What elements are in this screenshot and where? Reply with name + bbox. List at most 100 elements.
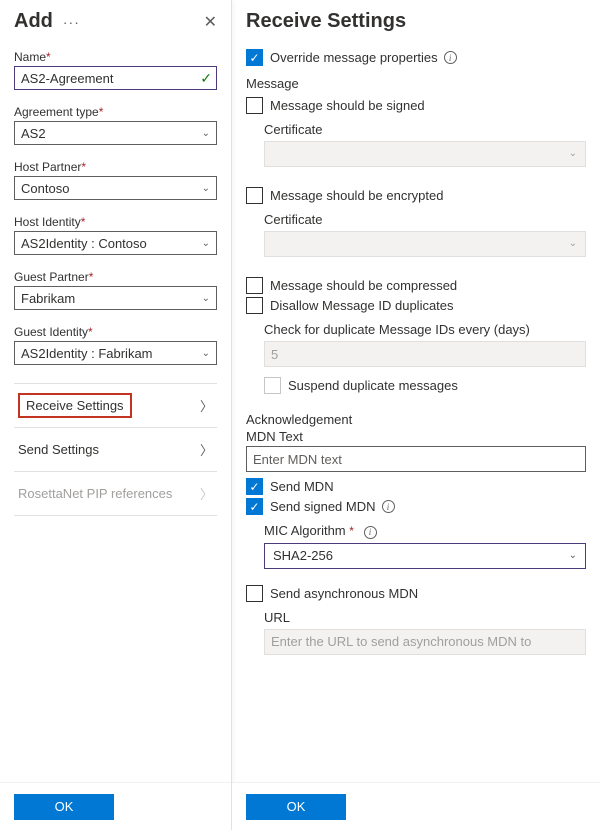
receive-header: Receive Settings — [246, 10, 586, 33]
required-icon: * — [349, 524, 354, 538]
info-icon[interactable] — [364, 526, 377, 539]
receive-settings-panel: Receive Settings Override message proper… — [232, 0, 600, 830]
mic-algo-group: MIC Algorithm * SHA2-256 ⌄ — [246, 521, 586, 575]
left-footer: OK — [0, 782, 231, 830]
required-icon: * — [88, 325, 93, 339]
chevron-right-icon: 〉 — [200, 396, 213, 415]
required-icon: * — [89, 270, 94, 284]
disallow-dup-label: Disallow Message ID duplicates — [270, 298, 454, 313]
chevron-down-icon: ⌄ — [202, 128, 210, 139]
ack-section-label: Acknowledgement — [246, 412, 586, 427]
agreement-type-select[interactable]: AS2 ⌄ — [14, 121, 217, 145]
url-input: Enter the URL to send asynchronous MDN t… — [264, 629, 586, 655]
agreement-type-value: AS2 — [21, 126, 46, 141]
disallow-dup-checkbox[interactable] — [246, 297, 263, 314]
suspend-dup-checkbox — [264, 377, 281, 394]
chevron-down-icon: ⌄ — [202, 348, 210, 359]
add-title: Add — [14, 10, 53, 33]
send-settings-item[interactable]: Send Settings 〉 — [14, 428, 217, 472]
chevron-down-icon: ⌄ — [202, 238, 210, 249]
agreement-type-field: Agreement type* AS2 ⌄ — [14, 104, 217, 145]
close-icon[interactable]: ✕ — [204, 12, 217, 32]
guest-partner-field: Guest Partner* Fabrikam ⌄ — [14, 269, 217, 310]
url-placeholder: Enter the URL to send asynchronous MDN t… — [271, 634, 531, 649]
mic-algo-label: MIC Algorithm — [264, 523, 346, 538]
msg-signed-checkbox[interactable] — [246, 97, 263, 114]
send-signed-mdn-row: Send signed MDN — [246, 498, 586, 515]
msg-signed-label: Message should be signed — [270, 98, 425, 113]
guest-identity-select[interactable]: AS2Identity : Fabrikam ⌄ — [14, 341, 217, 365]
mic-algo-select[interactable]: SHA2-256 ⌄ — [264, 543, 586, 569]
check-dup-input: 5 — [264, 341, 586, 367]
receive-settings-item[interactable]: Receive Settings 〉 — [14, 384, 217, 428]
check-dup-value: 5 — [271, 347, 278, 362]
send-mdn-row: Send MDN — [246, 478, 586, 495]
guest-identity-field: Guest Identity* AS2Identity : Fabrikam ⌄ — [14, 324, 217, 365]
rosettanet-item: RosettaNet PIP references 〉 — [14, 472, 217, 516]
ok-button[interactable]: OK — [14, 794, 114, 820]
override-checkbox[interactable] — [246, 49, 263, 66]
name-input[interactable]: AS2-Agreement ✓ — [14, 66, 217, 90]
url-label: URL — [264, 610, 586, 625]
chevron-down-icon: ⌄ — [569, 148, 577, 159]
msg-compressed-row: Message should be compressed — [246, 277, 586, 294]
name-value: AS2-Agreement — [21, 71, 114, 86]
chevron-down-icon: ⌄ — [202, 183, 210, 194]
msg-signed-row: Message should be signed — [246, 97, 586, 114]
guest-identity-label: Guest Identity — [14, 325, 88, 339]
name-label: Name — [14, 50, 46, 64]
override-label: Override message properties — [270, 50, 438, 65]
send-async-mdn-checkbox[interactable] — [246, 585, 263, 602]
chevron-right-icon: 〉 — [200, 440, 213, 459]
send-mdn-checkbox[interactable] — [246, 478, 263, 495]
chevron-down-icon: ⌄ — [569, 550, 577, 561]
suspend-dup-row: Suspend duplicate messages — [264, 377, 586, 394]
send-signed-mdn-checkbox[interactable] — [246, 498, 263, 515]
msg-compressed-checkbox[interactable] — [246, 277, 263, 294]
mdn-text-label: MDN Text — [246, 429, 586, 444]
certificate-label: Certificate — [264, 122, 586, 137]
send-signed-mdn-label: Send signed MDN — [270, 499, 376, 514]
receive-title: Receive Settings — [246, 10, 406, 33]
guest-partner-select[interactable]: Fabrikam ⌄ — [14, 286, 217, 310]
send-async-mdn-row: Send asynchronous MDN — [246, 585, 586, 602]
guest-identity-value: AS2Identity : Fabrikam — [21, 346, 153, 361]
more-icon[interactable]: ··· — [63, 14, 80, 30]
guest-partner-label: Guest Partner — [14, 270, 89, 284]
send-mdn-label: Send MDN — [270, 479, 334, 494]
host-identity-value: AS2Identity : Contoso — [21, 236, 147, 251]
settings-item-label: Receive Settings — [18, 393, 132, 418]
ok-button[interactable]: OK — [246, 794, 346, 820]
msg-encrypted-row: Message should be encrypted — [246, 187, 586, 204]
url-group: URL Enter the URL to send asynchronous M… — [246, 608, 586, 661]
mdn-text-input[interactable]: Enter MDN text — [246, 446, 586, 472]
host-identity-field: Host Identity* AS2Identity : Contoso ⌄ — [14, 214, 217, 255]
encrypted-certificate-select: ⌄ — [264, 231, 586, 257]
add-panel: Add ··· ✕ Name * AS2-Agreement ✓ Agreemen… — [0, 0, 232, 830]
signed-cert-group: Certificate ⌄ — [246, 120, 586, 173]
suspend-dup-label: Suspend duplicate messages — [288, 378, 458, 393]
msg-encrypted-label: Message should be encrypted — [270, 188, 443, 203]
chevron-down-icon: ⌄ — [569, 238, 577, 249]
send-async-mdn-label: Send asynchronous MDN — [270, 586, 418, 601]
add-header: Add ··· ✕ — [14, 10, 217, 33]
msg-compressed-label: Message should be compressed — [270, 278, 457, 293]
info-icon[interactable] — [444, 51, 457, 64]
host-partner-field: Host Partner* Contoso ⌄ — [14, 159, 217, 200]
host-identity-select[interactable]: AS2Identity : Contoso ⌄ — [14, 231, 217, 255]
check-dup-label: Check for duplicate Message IDs every (d… — [264, 322, 586, 337]
settings-item-label: RosettaNet PIP references — [18, 486, 172, 501]
host-partner-select[interactable]: Contoso ⌄ — [14, 176, 217, 200]
check-icon: ✓ — [200, 70, 212, 87]
msg-encrypted-checkbox[interactable] — [246, 187, 263, 204]
message-section-label: Message — [246, 76, 586, 91]
info-icon[interactable] — [382, 500, 395, 513]
required-icon: * — [99, 105, 104, 119]
mdn-text-placeholder: Enter MDN text — [253, 452, 342, 467]
settings-item-label: Send Settings — [18, 442, 99, 457]
agreement-type-label: Agreement type — [14, 105, 99, 119]
right-footer: OK — [232, 782, 600, 830]
guest-partner-value: Fabrikam — [21, 291, 75, 306]
settings-list: Receive Settings 〉 Send Settings 〉 Roset… — [14, 383, 217, 516]
mic-algo-value: SHA2-256 — [273, 548, 333, 563]
